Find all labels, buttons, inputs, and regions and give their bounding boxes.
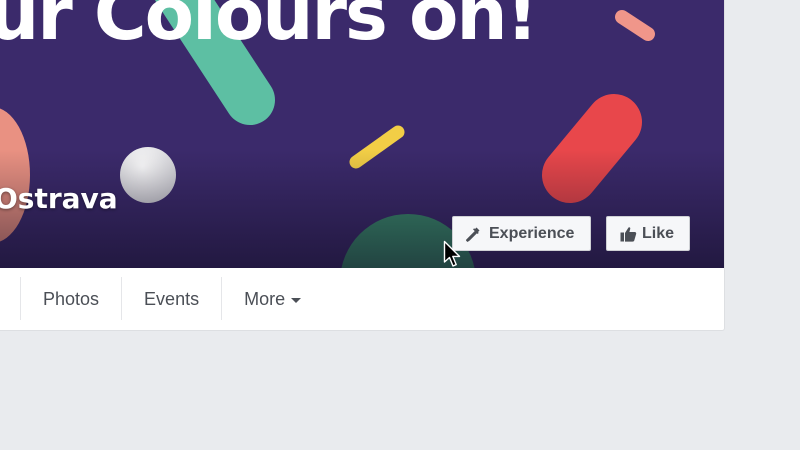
tab-events-label: Events	[144, 288, 200, 309]
page-header-card: ur Colours on! Ostrava Experience Like P…	[0, 0, 725, 331]
cover-headline: ur Colours on!	[0, 0, 539, 56]
page: ur Colours on! Ostrava Experience Like P…	[0, 0, 800, 450]
like-button[interactable]: Like	[606, 216, 690, 251]
eyedropper-icon	[464, 225, 482, 243]
experience-button-label: Experience	[489, 224, 575, 242]
nav-overflow-left	[0, 268, 20, 330]
pink-capsule-shape	[615, 10, 655, 41]
tab-events[interactable]: Events	[122, 268, 221, 330]
tab-more-label: More	[244, 288, 286, 309]
experience-button[interactable]: Experience	[452, 216, 591, 251]
page-tabs-nav: Photos Events More	[0, 268, 724, 330]
tab-more[interactable]: More	[222, 268, 323, 330]
thumbs-up-icon	[619, 225, 637, 243]
page-title[interactable]: Ostrava	[0, 182, 118, 215]
caret-down-icon	[291, 297, 302, 303]
mouse-pointer-icon	[443, 240, 461, 267]
tab-photos[interactable]: Photos	[21, 268, 121, 330]
tab-photos-label: Photos	[43, 288, 100, 309]
cover-photo[interactable]: ur Colours on! Ostrava Experience Like	[0, 0, 724, 268]
like-button-label: Like	[642, 224, 675, 242]
